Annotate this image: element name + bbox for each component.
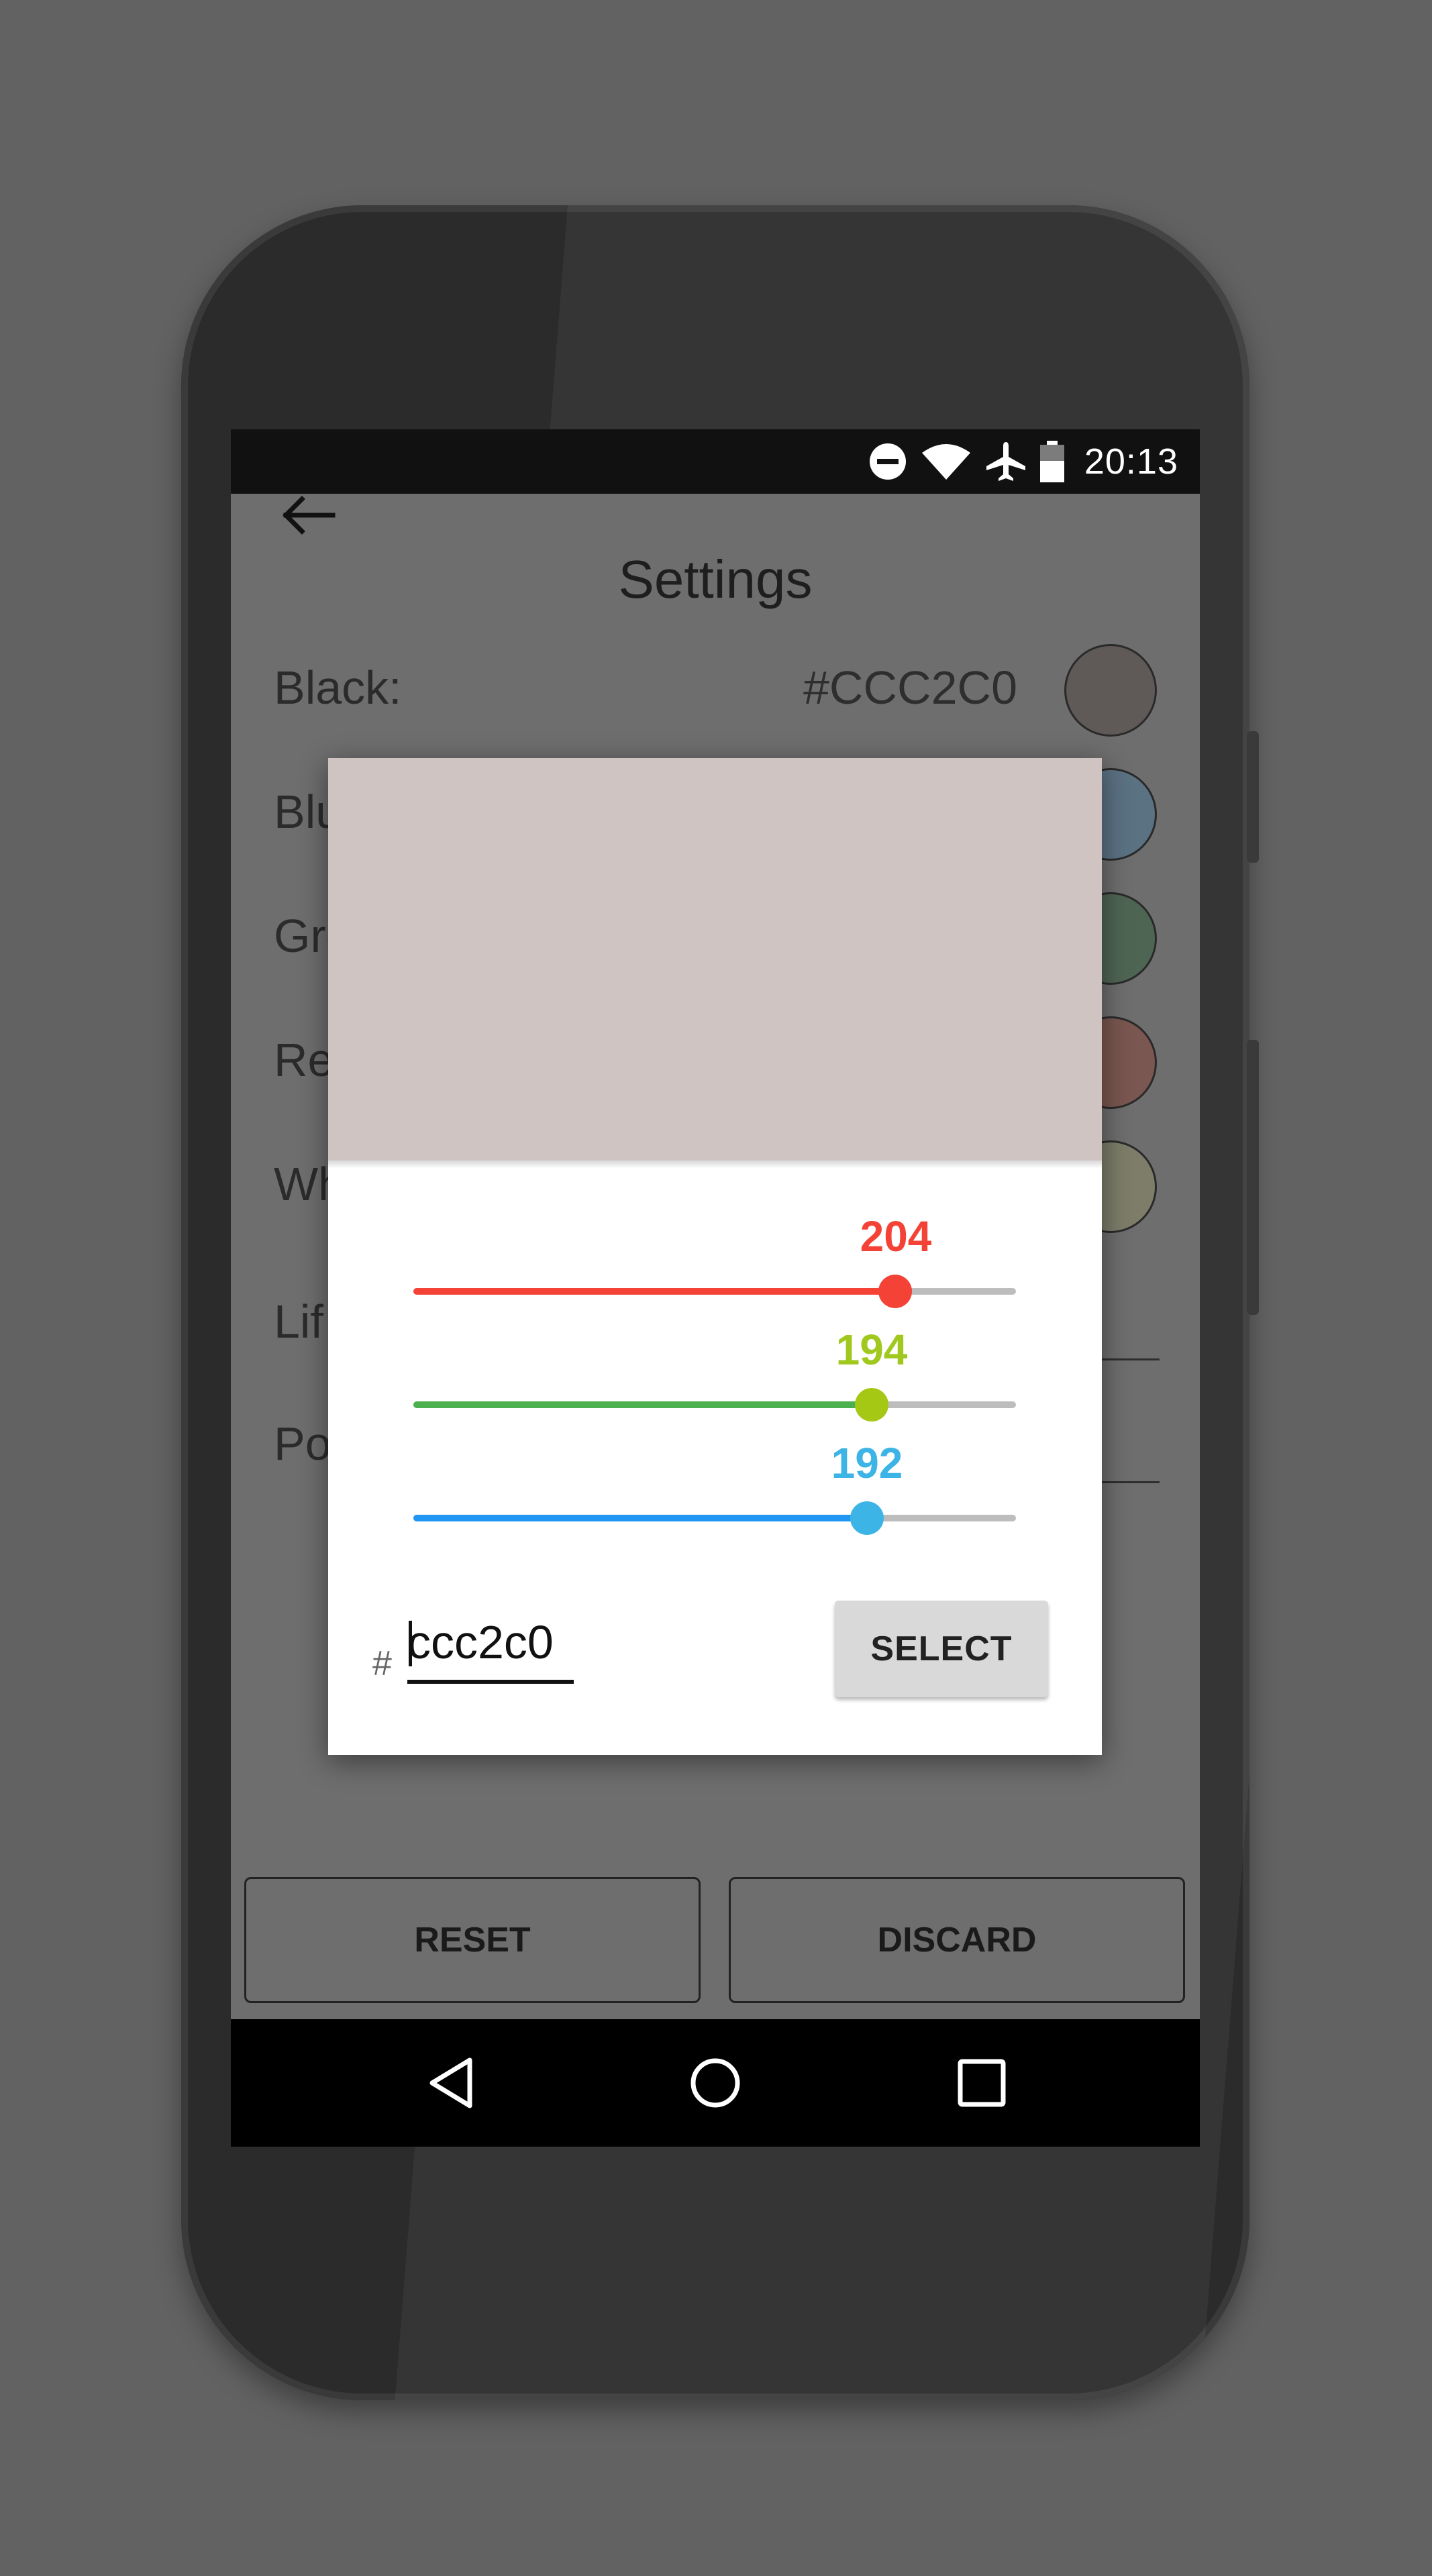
power-button (1247, 731, 1259, 863)
volume-button (1247, 1040, 1259, 1315)
hex-color-input[interactable] (407, 1609, 574, 1684)
wifi-icon (921, 444, 970, 480)
blue-slider-thumb[interactable] (850, 1501, 884, 1535)
setting-label-po: Po (274, 1417, 331, 1470)
select-button[interactable]: SELECT (835, 1601, 1048, 1697)
navigation-bar (231, 2019, 1200, 2147)
red-value-label: 204 (860, 1212, 932, 1260)
swatch-black[interactable] (1064, 644, 1157, 737)
home-circle-icon[interactable] (688, 2056, 742, 2110)
green-value-label: 194 (835, 1326, 908, 1374)
green-slider-fill (413, 1401, 872, 1408)
recents-square-icon[interactable] (957, 2058, 1007, 2108)
discard-button[interactable]: DISCARD (729, 1877, 1185, 2003)
green-slider[interactable] (413, 1388, 1016, 1421)
battery-icon (1039, 441, 1064, 482)
lif-field-underline[interactable] (1102, 1358, 1160, 1360)
page-title: Settings (618, 549, 813, 609)
device-screen: 20:13 Settings Black: #CCC2C0 Blu Gre Re… (231, 429, 1200, 2147)
text-cursor (409, 1621, 412, 1666)
color-preview (328, 758, 1102, 1169)
reset-button[interactable]: RESET (244, 1877, 701, 2003)
setting-label-black: Black: (274, 661, 402, 714)
green-slider-thumb[interactable] (855, 1388, 889, 1421)
airplane-mode-icon (986, 442, 1025, 481)
hash-prefix: # (372, 1644, 392, 1683)
status-time: 20:13 (1084, 441, 1178, 482)
setting-value-black: #CCC2C0 (803, 661, 1017, 714)
status-bar: 20:13 (231, 429, 1200, 494)
arrow-left-icon (283, 496, 336, 535)
blue-slider-fill (413, 1515, 868, 1521)
setting-label-red: Re (274, 1034, 334, 1086)
red-slider[interactable] (413, 1275, 1016, 1308)
color-picker-dialog: 204 194 192 # SELECT (328, 758, 1102, 1755)
do-not-disturb-icon (869, 443, 906, 480)
blue-slider[interactable] (413, 1501, 1016, 1535)
blue-value-label: 192 (831, 1439, 903, 1487)
back-button[interactable] (278, 488, 338, 542)
po-field-underline[interactable] (1102, 1481, 1160, 1483)
setting-label-lif: Lif (274, 1295, 323, 1348)
back-triangle-icon[interactable] (425, 2056, 479, 2110)
red-slider-thumb[interactable] (878, 1275, 913, 1308)
red-slider-fill (413, 1288, 896, 1295)
